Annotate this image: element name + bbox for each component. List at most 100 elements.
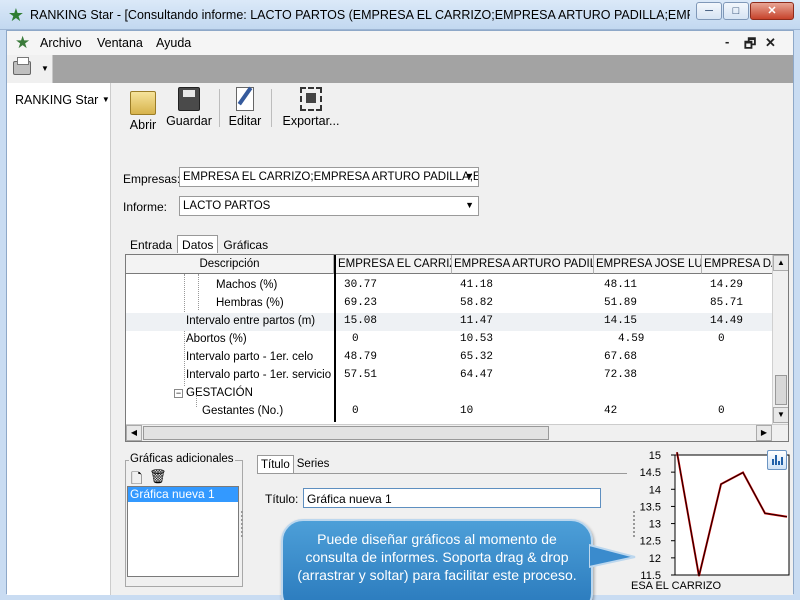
cell-value: 72.38: [604, 369, 638, 381]
vertical-scroll-thumb[interactable]: [775, 375, 787, 405]
y-tick-label: 13: [649, 519, 661, 531]
mdi-minimize-button[interactable]: -: [725, 34, 729, 49]
edit-button[interactable]: Editar: [227, 87, 263, 129]
export-icon: [300, 87, 322, 111]
column-header-descripcion[interactable]: Descripción: [126, 255, 334, 274]
additional-charts-group: Gráficas adicionales 🗋 🗑 Gráfica nueva 1: [125, 453, 243, 587]
column-header-dan[interactable]: EMPRESA DAN: [702, 255, 774, 274]
mdi-restore-button[interactable]: 🗗: [744, 35, 756, 57]
tab-datos[interactable]: Datos: [177, 235, 219, 253]
cell-value: 48.11: [604, 279, 638, 291]
y-tick-label: 12.5: [640, 536, 661, 548]
title-input[interactable]: Gráfica nueva 1: [303, 488, 601, 508]
list-item[interactable]: Gráfica nueva 1: [128, 487, 238, 502]
column-header-arturo-padilla[interactable]: EMPRESA ARTURO PADILLA: [452, 255, 594, 274]
tab-titulo[interactable]: Título: [257, 455, 294, 474]
cell-value: 14.29: [710, 279, 744, 291]
cell-value: 42: [604, 405, 618, 417]
menu-ayuda[interactable]: Ayuda: [156, 36, 191, 50]
window-title: RANKING Star - [Consultando informe: LAC…: [30, 8, 690, 22]
menu-archivo[interactable]: Archivo: [40, 36, 82, 50]
cell-value: 0: [352, 405, 359, 417]
trash-icon[interactable]: 🗑: [149, 468, 167, 485]
column-header-el-carrizo[interactable]: EMPRESA EL CARRIZO: [336, 255, 452, 274]
cell-value: 14.15: [604, 315, 638, 327]
mdi-close-button[interactable]: ✕: [765, 35, 776, 51]
cell-value: 15.08: [344, 315, 378, 327]
table-row[interactable]: Hembras (%) 69.23 58.82 51.89 85.71: [126, 295, 774, 313]
horizontal-scrollbar[interactable]: ◀ ▶: [126, 424, 788, 441]
cell-value: 0: [718, 333, 725, 345]
chevron-down-icon[interactable]: ▼: [465, 200, 474, 210]
table-row[interactable]: Abortos (%) 0 10.53 4.59 0: [126, 331, 774, 349]
tab-series[interactable]: Series: [294, 455, 333, 474]
vertical-scrollbar[interactable]: ▲ ▼: [772, 255, 788, 425]
export-button[interactable]: Exportar...: [279, 87, 343, 129]
bar-chart-icon: [772, 455, 783, 465]
tab-graficas[interactable]: Gráficas: [218, 235, 273, 253]
cell-value: 4.59: [618, 333, 645, 345]
informe-label: Informe:: [123, 200, 168, 214]
table-row[interactable]: Machos (%) 30.77 41.18 48.11 14.29: [126, 277, 774, 295]
row-description: Abortos (%): [186, 333, 247, 345]
y-tick-label: 12: [649, 553, 661, 565]
scroll-up-icon[interactable]: ▲: [773, 255, 788, 271]
informe-value: LACTO PARTOS: [183, 200, 271, 212]
cell-value: 0: [352, 333, 359, 345]
frozen-column-divider: [334, 255, 336, 422]
y-tick-label: 14.5: [640, 467, 661, 479]
scroll-right-icon[interactable]: ▶: [756, 425, 772, 441]
maximize-button[interactable]: □: [723, 2, 749, 20]
horizontal-scroll-thumb[interactable]: [143, 426, 549, 440]
collapse-icon[interactable]: −: [174, 389, 183, 398]
close-button[interactable]: ✕: [750, 2, 794, 20]
cell-value: 10.53: [460, 333, 494, 345]
export-label: Exportar...: [282, 114, 340, 128]
cell-value: 14.49: [710, 315, 744, 327]
edit-icon: [236, 87, 254, 111]
star-icon[interactable]: ★: [15, 33, 30, 53]
printer-icon: [13, 57, 31, 75]
save-button[interactable]: Guardar: [165, 87, 213, 129]
chart-property-tabs: Título Series: [257, 455, 332, 474]
scroll-down-icon[interactable]: ▼: [773, 407, 788, 423]
window-titlebar: ★ RANKING Star - [Consultando informe: L…: [0, 0, 800, 30]
empresas-combo[interactable]: EMPRESA EL CARRIZO;EMPRESA ARTURO PADILL…: [179, 167, 479, 187]
toolbar-separator: [271, 89, 272, 127]
table-row[interactable]: Intervalo parto - 1er. celo 48.79 65.32 …: [126, 349, 774, 367]
ranking-star-label: RANKING Star: [15, 93, 99, 107]
cell-value: 58.82: [460, 297, 494, 309]
table-row[interactable]: − GESTACIÓN: [126, 385, 774, 403]
informe-combo[interactable]: LACTO PARTOS ▼: [179, 196, 479, 216]
charts-list[interactable]: Gráfica nueva 1: [127, 486, 239, 577]
toolbar-separator: [219, 89, 220, 127]
table-row[interactable]: Intervalo entre partos (m) 15.08 11.47 1…: [126, 313, 774, 331]
chart-type-button[interactable]: [767, 450, 787, 470]
row-description: Intervalo entre partos (m): [186, 315, 316, 327]
left-panel: RANKING Star ▼: [7, 83, 111, 595]
cell-value: 51.89: [604, 297, 638, 309]
table-row[interactable]: Gestantes (No.) 0 10 42 0: [126, 403, 774, 421]
cell-value: 41.18: [460, 279, 494, 291]
tab-entrada[interactable]: Entrada: [125, 235, 177, 253]
empresas-value: EMPRESA EL CARRIZO;EMPRESA ARTURO PADILL…: [183, 171, 479, 183]
save-label: Guardar: [166, 114, 212, 128]
row-description: Hembras (%): [216, 297, 284, 309]
ranking-star-menu[interactable]: RANKING Star ▼: [15, 93, 110, 107]
cell-value: 30.77: [344, 279, 378, 291]
y-tick-label: 14: [649, 484, 661, 496]
print-dropdown-button[interactable]: ▼: [7, 55, 53, 83]
cell-value: 85.71: [710, 297, 744, 309]
column-header-jose-luis[interactable]: EMPRESA JOSE LUIS: [594, 255, 702, 274]
chevron-down-icon[interactable]: ▼: [465, 171, 474, 181]
scroll-left-icon[interactable]: ◀: [126, 425, 142, 441]
row-description: Intervalo parto - 1er. servicio: [186, 369, 332, 381]
menu-ventana[interactable]: Ventana: [97, 36, 143, 50]
row-description: Gestantes (No.): [202, 405, 284, 417]
menu-bar: ★ Archivo Ventana Ayuda - 🗗 ✕: [7, 31, 793, 55]
splitter-handle[interactable]: [241, 511, 243, 537]
open-button[interactable]: Abrir: [125, 87, 161, 132]
minimize-button[interactable]: ─: [696, 2, 722, 20]
empresas-label: Empresas:: [123, 172, 181, 186]
table-row[interactable]: Intervalo parto - 1er. servicio 57.51 64…: [126, 367, 774, 385]
